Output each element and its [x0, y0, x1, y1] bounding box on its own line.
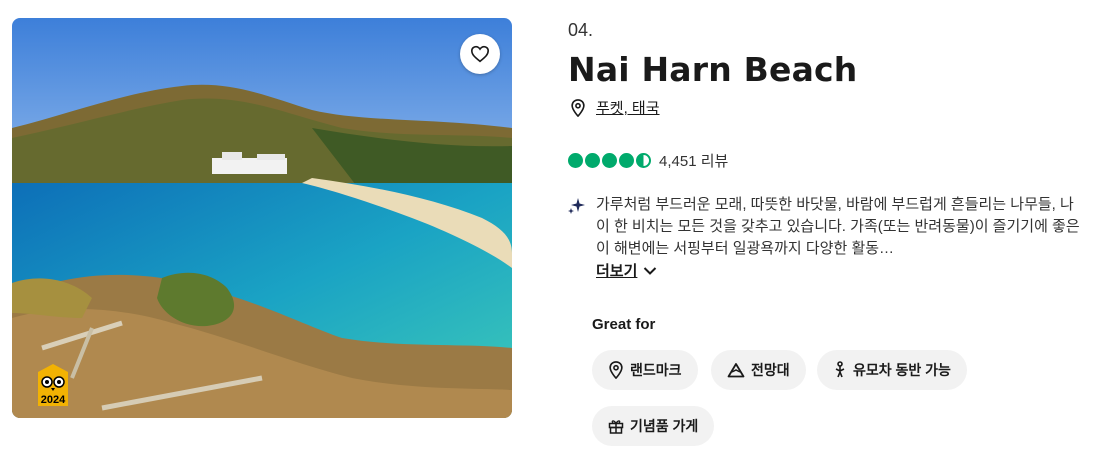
great-for-heading: Great for	[592, 316, 656, 333]
rating-bubble-full	[568, 153, 583, 168]
description: 가루처럼 부드러운 모래, 따뜻한 바닷물, 바람에 부드럽게 흔들리는 나무들…	[568, 194, 1088, 260]
rating-bubble-full	[619, 153, 634, 168]
attraction-title[interactable]: Nai Harn Beach	[568, 50, 858, 89]
read-more-button[interactable]: 더보기	[596, 260, 657, 281]
mountain-icon	[727, 363, 745, 378]
rating-bubble-full	[585, 153, 600, 168]
rating[interactable]: 4,451 리뷰	[568, 150, 728, 171]
gift-icon	[608, 420, 624, 434]
chevron-down-icon	[644, 266, 657, 275]
attraction-photo[interactable]: 2024	[12, 18, 512, 418]
map-pin-icon	[571, 98, 585, 117]
tag-label: 기념품 가게	[630, 418, 699, 434]
save-favorite-button[interactable]	[460, 34, 500, 74]
tag-label: 유모차 동반 가능	[853, 362, 951, 378]
description-text: 가루처럼 부드러운 모래, 따뜻한 바닷물, 바람에 부드럽게 흔들리는 나무들…	[596, 196, 1080, 257]
attraction-rank: 04.	[568, 20, 594, 40]
rating-bubble-full	[602, 153, 617, 168]
heart-icon	[470, 45, 490, 63]
read-more-label: 더보기	[596, 263, 638, 280]
tag-gift-shop[interactable]: 기념품 가게	[592, 406, 715, 446]
tag-stroller-friendly[interactable]: 유모차 동반 가능	[817, 350, 967, 390]
map-pin-icon	[609, 361, 623, 379]
tag-label: 랜드마크	[630, 362, 682, 378]
badge-year: 2024	[40, 394, 66, 406]
tag-label: 전망대	[751, 362, 790, 378]
location-link[interactable]: 푸켓, 태국	[596, 97, 660, 118]
travelers-choice-badge: 2024	[36, 362, 70, 408]
rating-bubbles	[568, 153, 651, 168]
review-count[interactable]: 4,451 리뷰	[659, 150, 728, 171]
tag-landmark[interactable]: 랜드마크	[592, 350, 698, 390]
rating-bubble-half	[636, 153, 651, 168]
location: 푸켓, 태국	[570, 97, 660, 118]
beach-image	[12, 18, 512, 418]
tag-observation-deck[interactable]: 전망대	[711, 350, 806, 390]
stroller-icon	[835, 361, 845, 378]
sparkle-icon	[568, 194, 586, 260]
